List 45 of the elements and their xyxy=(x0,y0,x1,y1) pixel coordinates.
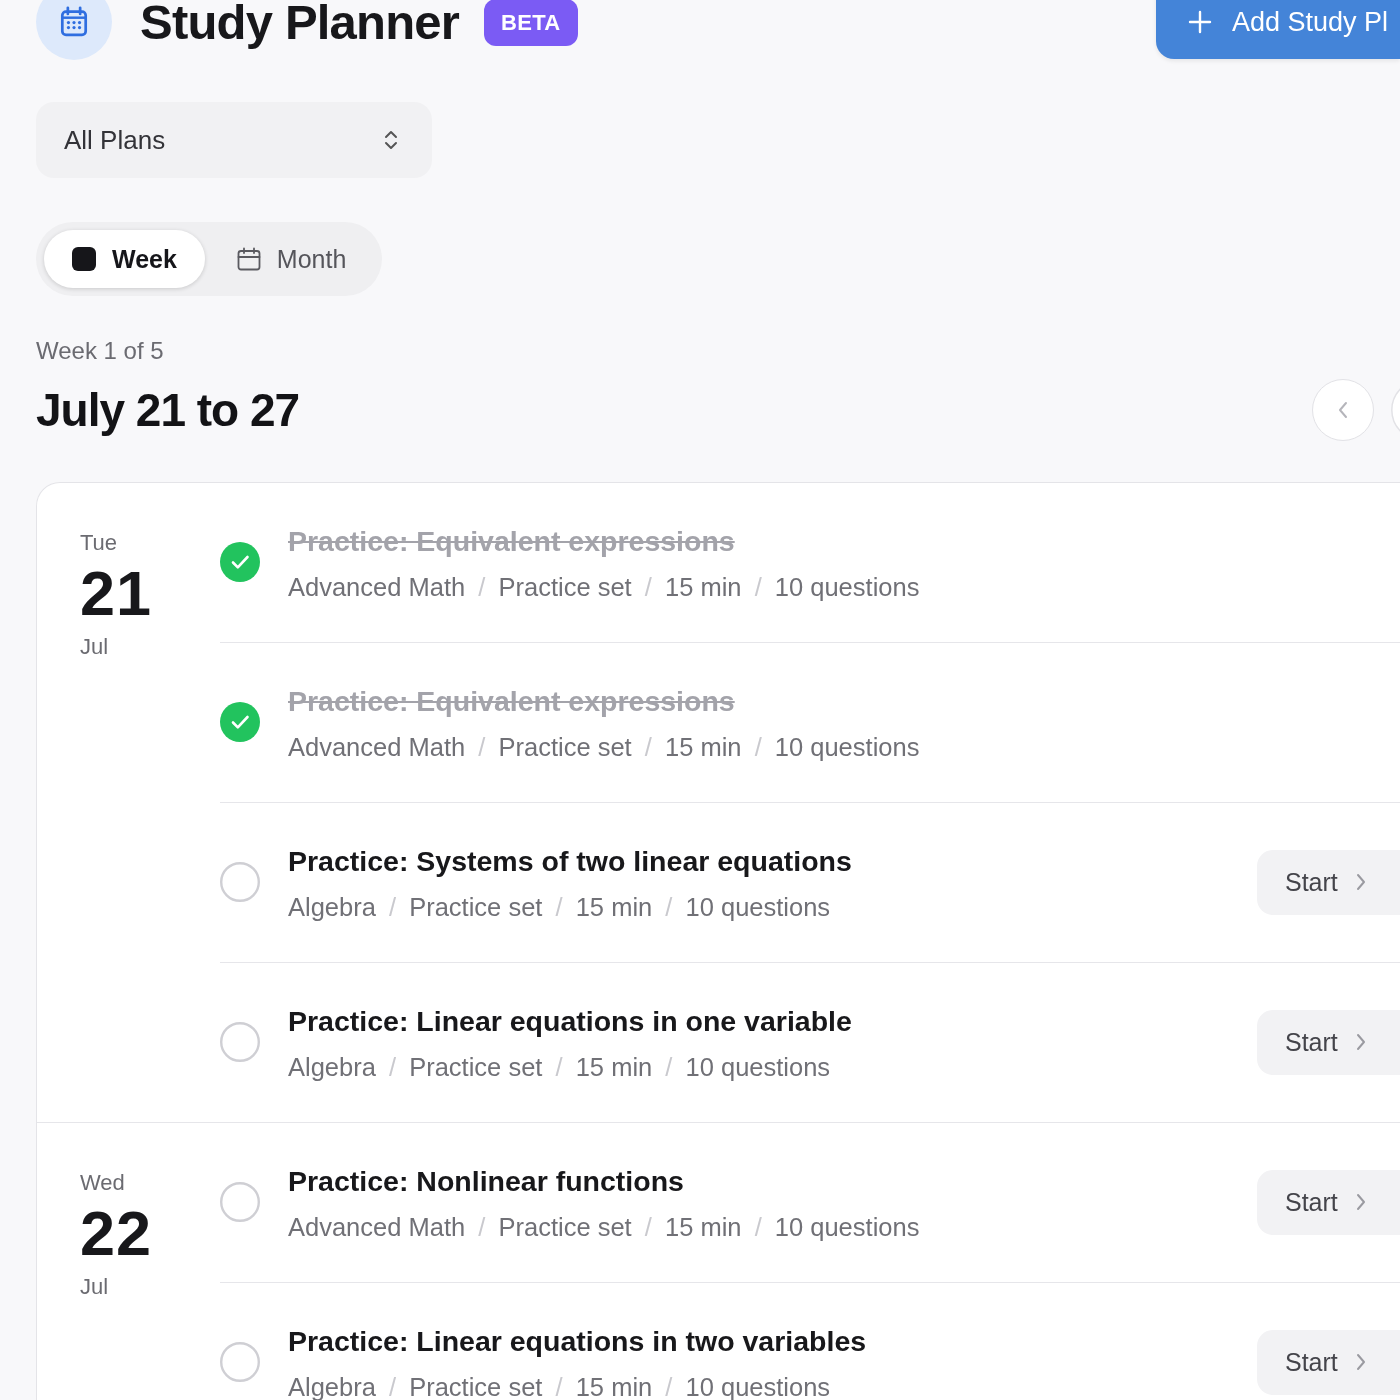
task-title: Practice: Linear equations in one variable xyxy=(288,1004,853,1039)
chevron-left-icon xyxy=(1337,400,1349,420)
view-tab[interactable]: Month xyxy=(208,230,375,288)
start-button[interactable]: Start xyxy=(1257,849,1400,915)
week-caption: Week 1 of 5 xyxy=(36,336,164,366)
task-meta: Advanced Math / Practice set / 15 min / 10 questions xyxy=(288,733,921,761)
empty-circle-icon[interactable] xyxy=(220,1022,260,1062)
check-circle-icon[interactable] xyxy=(220,542,260,582)
task-meta: Algebra / Practice set / 15 min / 10 questions xyxy=(288,893,832,921)
day-weekday: Tue xyxy=(80,529,119,557)
day-number: 21 xyxy=(80,561,154,625)
plan-select[interactable]: All Plans xyxy=(36,102,432,178)
empty-circle-icon[interactable] xyxy=(220,1342,260,1382)
day-month: Jul xyxy=(80,1273,110,1301)
calendar-icon xyxy=(36,0,112,60)
square-icon xyxy=(72,247,96,271)
start-button[interactable]: Start xyxy=(1257,1329,1400,1395)
day-weekday: Wed xyxy=(80,1169,126,1197)
task-meta: Advanced Math / Practice set / 15 min / 10 questions xyxy=(288,1213,921,1241)
add-study-plan-button[interactable]: Add Study Pl xyxy=(1156,0,1400,59)
chevron-right-icon xyxy=(1355,1033,1366,1051)
calendar-icon xyxy=(236,247,261,271)
task-title: Practice: Linear equations in two variables xyxy=(288,1324,868,1359)
task-meta: Algebra / Practice set / 15 min / 10 questions xyxy=(288,1053,832,1081)
task-title: Practice: Nonlinear functions xyxy=(288,1164,685,1199)
beta-badge: BETA xyxy=(484,0,578,46)
chevron-up-down-icon xyxy=(384,128,398,152)
task-title: Practice: Systems of two linear equations xyxy=(288,844,853,879)
app-title: Study Planner xyxy=(140,0,460,51)
plus-icon xyxy=(1188,10,1212,34)
task-title: Practice: Equivalent expressions xyxy=(288,684,736,719)
start-button[interactable]: Start xyxy=(1257,1009,1400,1075)
day-number: 22 xyxy=(80,1201,154,1265)
task-title: Practice: Equivalent expressions xyxy=(288,524,736,559)
day-month: Jul xyxy=(80,633,110,661)
empty-circle-icon[interactable] xyxy=(220,862,260,902)
chevron-right-icon xyxy=(1355,873,1366,891)
chevron-right-icon xyxy=(1355,1353,1366,1371)
check-circle-icon[interactable] xyxy=(220,702,260,742)
empty-circle-icon[interactable] xyxy=(220,1182,260,1222)
start-button[interactable]: Start xyxy=(1257,1169,1400,1235)
task-meta: Advanced Math / Practice set / 15 min / 10 questions xyxy=(288,573,921,601)
week-title: July 21 to 27 xyxy=(36,383,300,438)
chevron-right-icon xyxy=(1355,1193,1366,1211)
view-tab[interactable]: Week xyxy=(44,230,205,288)
